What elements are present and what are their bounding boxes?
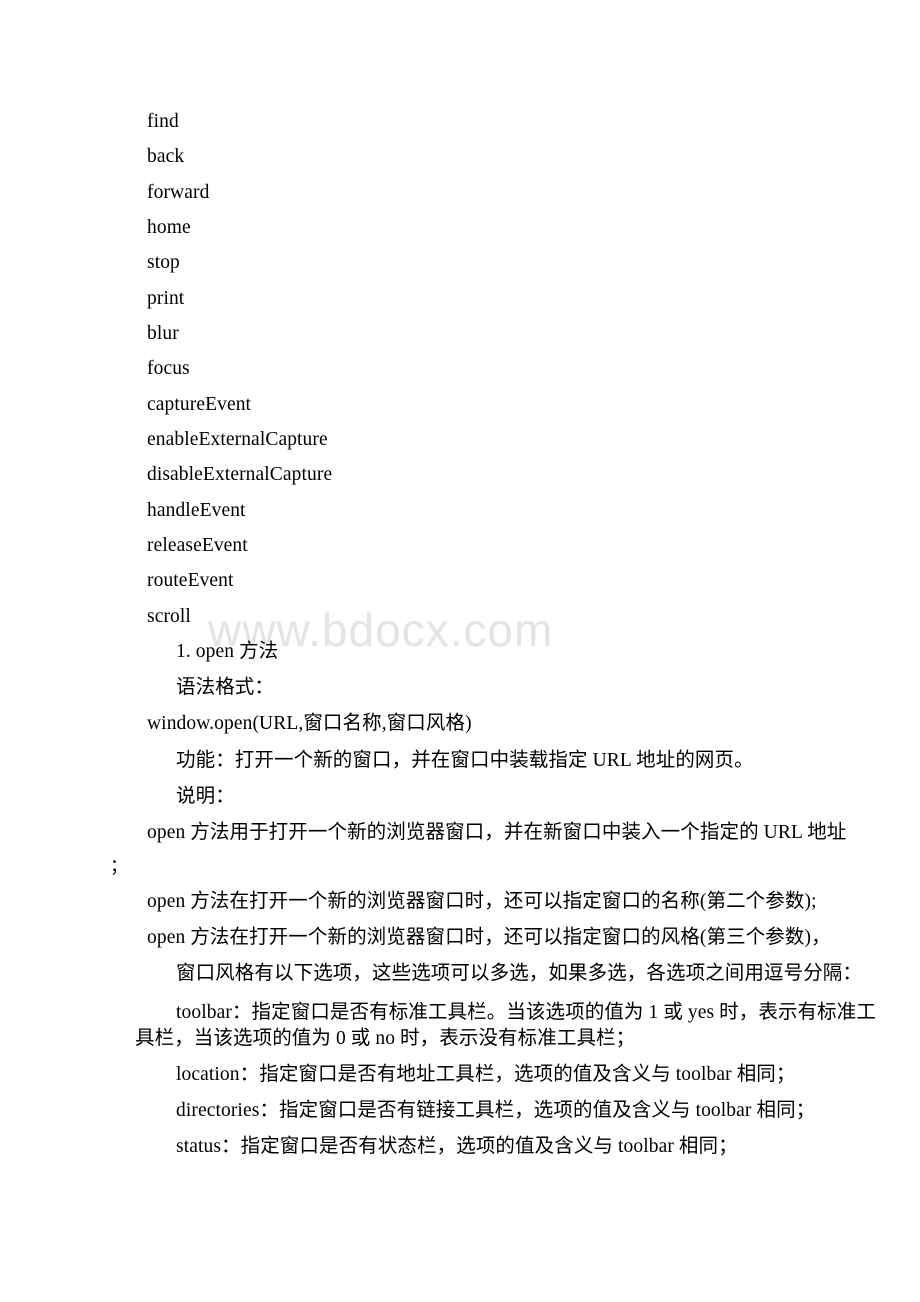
paragraph-third-param: open 方法在打开一个新的浏览器窗口时，还可以指定窗口的风格(第三个参数)， xyxy=(147,927,831,948)
syntax-code: window.open(URL,窗口名称,窗口风格) xyxy=(147,713,472,734)
option-directories: directories：指定窗口是否有链接工具栏，选项的值及含义与 toolba… xyxy=(176,1100,816,1121)
paragraph-open-usage-line2: ； xyxy=(110,856,129,876)
list-item: back xyxy=(147,146,185,167)
description-label: 说明： xyxy=(176,786,235,807)
list-item: routeEvent xyxy=(147,570,234,591)
section-heading: 1. open 方法 xyxy=(176,641,279,662)
list-item: scroll xyxy=(147,606,191,627)
paragraph-open-usage-line1: open 方法用于打开一个新的浏览器窗口，并在新窗口中装入一个指定的 URL 地… xyxy=(147,822,847,843)
list-item: blur xyxy=(147,323,179,344)
option-toolbar-line1: toolbar：指定窗口是否有标准工具栏。当该选项的值为 1 或 yes 时，表… xyxy=(176,1002,876,1023)
list-item: home xyxy=(147,217,191,238)
list-item: stop xyxy=(147,252,180,273)
function-label: 功能：打开一个新的窗口，并在窗口中装载指定 URL 地址的网页。 xyxy=(176,750,754,771)
list-item: find xyxy=(147,111,179,132)
document-page: www.bdocx.com find back forward home sto… xyxy=(0,0,920,1302)
list-item: focus xyxy=(147,358,190,379)
list-item: forward xyxy=(147,182,210,203)
list-item: disableExternalCapture xyxy=(147,464,333,485)
paragraph-style-options: 窗口风格有以下选项，这些选项可以多选，如果多选，各选项之间用逗号分隔： xyxy=(176,963,863,984)
list-item: print xyxy=(147,288,185,309)
list-item: releaseEvent xyxy=(147,535,248,556)
option-toolbar-line2: 具栏，当该选项的值为 0 或 no 时，表示没有标准工具栏； xyxy=(135,1028,636,1049)
list-item: handleEvent xyxy=(147,500,246,521)
paragraph-second-param: open 方法在打开一个新的浏览器窗口时，还可以指定窗口的名称(第二个参数); xyxy=(147,891,817,912)
list-item: enableExternalCapture xyxy=(147,429,328,450)
list-item: captureEvent xyxy=(147,394,252,415)
syntax-label: 语法格式： xyxy=(176,677,275,698)
option-status: status：指定窗口是否有状态栏，选项的值及含义与 toolbar 相同； xyxy=(176,1136,738,1157)
option-location: location：指定窗口是否有地址工具栏，选项的值及含义与 toolbar 相… xyxy=(176,1064,796,1085)
